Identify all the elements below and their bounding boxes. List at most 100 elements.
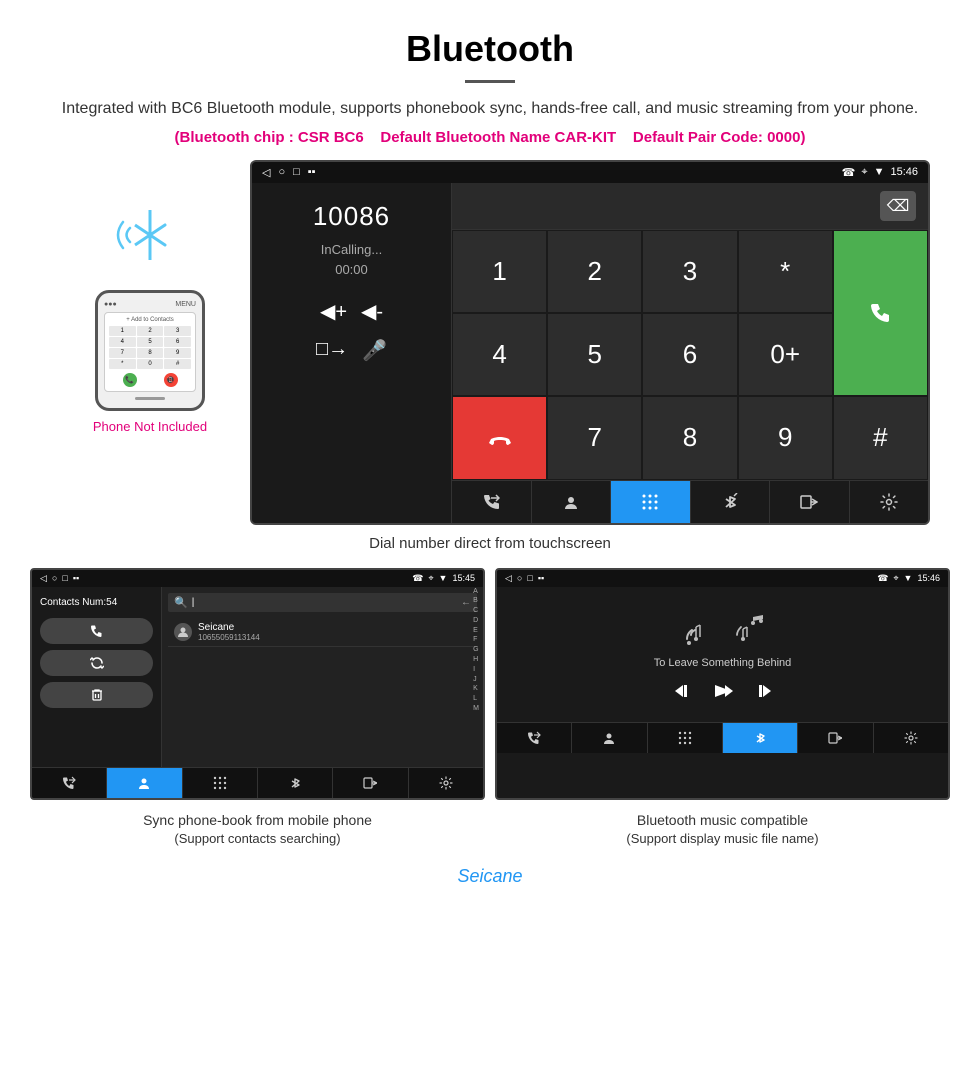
nav-settings[interactable] [850, 481, 929, 523]
music-body: To Leave Something Behind [497, 587, 948, 753]
contact-list-item[interactable]: Seicane 10655059113144 [168, 618, 477, 647]
key-6[interactable]: 6 [642, 313, 737, 396]
search-icon: 🔍 [174, 596, 188, 609]
time-display: 15:46 [890, 166, 918, 178]
contacts-nav-settings[interactable] [409, 768, 483, 798]
contact-info: Seicane 10655059113144 [198, 622, 471, 642]
dialer-number: 10086 [313, 201, 390, 232]
contacts-back-icon: ◁ [40, 573, 47, 583]
prev-track-btn[interactable] [673, 681, 693, 706]
main-demo-section: ●●● MENU + Add to Contacts 1 2 3 4 5 6 7… [0, 160, 980, 525]
nav-bluetooth[interactable] [691, 481, 771, 523]
key-star[interactable]: * [738, 230, 833, 313]
contacts-sync-btn[interactable] [40, 650, 153, 676]
music-nav-bluetooth[interactable] [723, 723, 798, 753]
contacts-nav-contacts[interactable] [107, 768, 182, 798]
call-button[interactable] [833, 230, 928, 397]
key-3[interactable]: 3 [642, 230, 737, 313]
next-track-btn[interactable] [753, 681, 773, 706]
key-9[interactable]: 9 [738, 396, 833, 479]
contacts-delete-btn[interactable] [40, 682, 153, 708]
music-nav-transfer[interactable] [798, 723, 873, 753]
vol-up-btn[interactable]: ◀+ [320, 299, 347, 324]
music-content: To Leave Something Behind [497, 587, 948, 722]
key-4[interactable]: 4 [452, 313, 547, 396]
contacts-caption-sub: (Support contacts searching) [30, 831, 485, 846]
page-title: Bluetooth [40, 28, 940, 70]
contacts-wifi-icon: ▼ [439, 573, 448, 583]
key-5[interactable]: 5 [547, 313, 642, 396]
contacts-notif-icon: ▪▪ [73, 573, 79, 583]
music-nav-calls[interactable] [497, 723, 572, 753]
contacts-nav-bluetooth[interactable] [258, 768, 333, 798]
contacts-gps-icon: ⌖ [428, 573, 433, 583]
music-nav-contacts[interactable] [572, 723, 647, 753]
nav-keypad[interactable] [611, 481, 691, 523]
phone-call-buttons: 📞 📵 [109, 373, 191, 387]
main-statusbar: ◁ ○ □ ▪▪ ☎ ⌖ ▼ 15:46 [252, 162, 928, 183]
music-back-icon: ◁ [505, 573, 512, 583]
contact-avatar [174, 623, 192, 641]
play-pause-btn[interactable] [713, 681, 733, 706]
spec-pair: Default Pair Code: 0000) [633, 129, 806, 146]
music-statusbar-left: ◁ ○ □ ▪▪ [505, 573, 544, 584]
backspace-button[interactable]: ⌫ [880, 191, 916, 221]
phone-screen: + Add to Contacts 1 2 3 4 5 6 7 8 9 * 0 … [104, 312, 196, 392]
key-2[interactable]: 2 [547, 230, 642, 313]
nav-contacts[interactable] [532, 481, 612, 523]
music-phone-icon: ☎ [877, 573, 888, 583]
key-1[interactable]: 1 [452, 230, 547, 313]
music-nav-keypad[interactable] [648, 723, 723, 753]
home-icon: ○ [278, 166, 285, 178]
contacts-search-bar[interactable]: 🔍 | ← [168, 593, 477, 612]
header-specs: (Bluetooth chip : CSR BC6 Default Blueto… [40, 127, 940, 150]
header-description: Integrated with BC6 Bluetooth module, su… [40, 97, 940, 121]
phone-illustration: ●●● MENU + Add to Contacts 1 2 3 4 5 6 7… [50, 160, 250, 434]
contacts-home-icon: ○ [52, 573, 57, 583]
statusbar-left: ◁ ○ □ ▪▪ [262, 166, 316, 179]
contacts-statusbar: ◁ ○ □ ▪▪ ☎ ⌖ ▼ 15:45 [32, 570, 483, 587]
music-time: 15:46 [917, 573, 940, 583]
contacts-call-btn[interactable] [40, 618, 153, 644]
search-backspace[interactable]: ← [461, 597, 471, 608]
key-0plus[interactable]: 0+ [738, 313, 833, 396]
music-screen: ◁ ○ □ ▪▪ ☎ ⌖ ▼ 15:46 [495, 568, 950, 800]
key-hash[interactable]: # [833, 396, 928, 479]
contacts-phone-icon: ☎ [412, 573, 423, 583]
music-caption-sub: (Support display music file name) [495, 831, 950, 846]
keypad-input-row: ⌫ [452, 183, 928, 230]
contacts-recent-icon: □ [62, 573, 67, 583]
contacts-nav-transfer[interactable] [333, 768, 408, 798]
dialer-transfer-actions: □→ 🎤 [316, 338, 387, 363]
notification-icon: ▪▪ [308, 166, 316, 178]
dialer-status: InCalling... 00:00 [321, 240, 382, 282]
nav-transfer[interactable] [770, 481, 850, 523]
music-song-title: To Leave Something Behind [654, 657, 792, 669]
key-8[interactable]: 8 [642, 396, 737, 479]
phone-end-btn: 📵 [164, 373, 178, 387]
phone-add-contacts: + Add to Contacts [109, 317, 191, 323]
music-nav-settings[interactable] [874, 723, 948, 753]
vol-down-btn[interactable]: ◀- [361, 299, 383, 324]
spec-chip: (Bluetooth chip : CSR BC6 [175, 129, 364, 146]
contacts-body: Contacts Num:54 [32, 587, 483, 767]
wifi-icon: ▼ [874, 166, 885, 178]
mic-btn[interactable]: 🎤 [362, 338, 387, 363]
contacts-statusbar-left: ◁ ○ □ ▪▪ [40, 573, 79, 584]
caption-row: Sync phone-book from mobile phone (Suppo… [0, 810, 980, 866]
contacts-right-panel: 🔍 | ← Seicane 10655059113144 [162, 587, 483, 767]
key-7[interactable]: 7 [547, 396, 642, 479]
dialer-keypad-panel: ⌫ 1 2 3 * 4 5 6 0 [452, 183, 928, 523]
main-car-screen: ◁ ○ □ ▪▪ ☎ ⌖ ▼ 15:46 10086 InCalling... … [250, 160, 930, 525]
music-playback-controls [673, 681, 773, 706]
contacts-time: 15:45 [452, 573, 475, 583]
phone-keypad: 1 2 3 4 5 6 7 8 9 * 0 # [109, 326, 191, 369]
nav-call-log[interactable] [452, 481, 532, 523]
end-call-button[interactable] [452, 396, 547, 479]
header-divider [465, 80, 515, 83]
contacts-nav-calls[interactable] [32, 768, 107, 798]
gps-icon: ⌖ [861, 166, 867, 179]
contacts-nav-keypad[interactable] [183, 768, 258, 798]
transfer-btn[interactable]: □→ [316, 338, 348, 363]
contacts-statusbar-right: ☎ ⌖ ▼ 15:45 [412, 573, 475, 584]
